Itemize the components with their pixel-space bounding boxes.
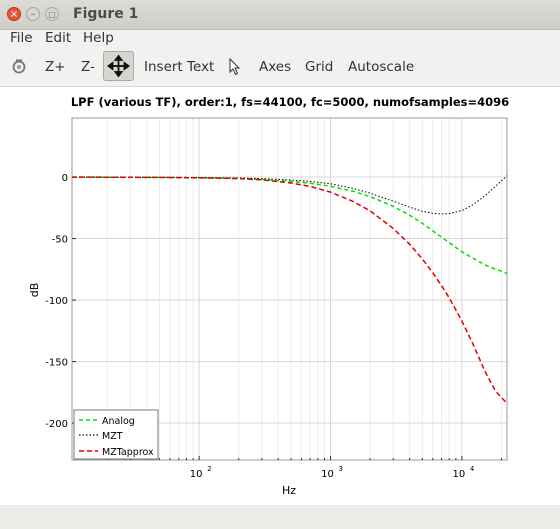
plot-area[interactable]: LPF (various TF), order:1, fs=44100, fc=… (0, 87, 560, 505)
insert-text-button[interactable]: Insert Text (144, 59, 214, 75)
y-axis-label: dB (28, 283, 41, 298)
maximize-window-button[interactable]: □ (45, 7, 59, 21)
menu-help[interactable]: Help (83, 30, 114, 46)
close-icon: × (9, 9, 19, 20)
legend-label-mzt: MZT (102, 431, 123, 442)
maximize-icon: □ (48, 10, 56, 19)
x-tick-label: 10 (321, 469, 334, 480)
legend-label-analog: Analog (102, 416, 135, 427)
menu-bar: File Edit Help (0, 29, 560, 47)
autoscale-button[interactable]: Autoscale (348, 59, 414, 75)
axes-button[interactable]: Axes (259, 59, 291, 75)
legend: Analog MZT MZTapprox (73, 409, 159, 460)
grid-button[interactable]: Grid (305, 59, 333, 75)
grid-lines (72, 118, 507, 460)
x-axis-label: Hz (282, 484, 296, 497)
menu-edit[interactable]: Edit (45, 30, 71, 46)
x-tick-label: 10 (453, 469, 466, 480)
rotate-icon (12, 59, 26, 74)
close-window-button[interactable]: × (7, 7, 21, 21)
pointer-icon (229, 57, 241, 76)
pan-tool-button[interactable] (103, 51, 134, 81)
toolbar: Z+ Z- Insert Text Axes Grid Autoscale (0, 48, 560, 87)
chart-title: LPF (various TF), order:1, fs=44100, fc=… (71, 95, 509, 109)
title-bar: × – □ Figure 1 (0, 0, 560, 30)
y-tick-label: -200 (45, 419, 68, 430)
x-tick-exponent: 2 (207, 465, 211, 473)
pan-arrows-icon (107, 54, 130, 78)
zoom-out-button[interactable]: Z- (81, 59, 95, 75)
y-tick-label: 0 (62, 173, 68, 184)
x-tick-exponent: 4 (470, 465, 475, 473)
y-tick-label: -50 (52, 235, 68, 246)
minimize-icon: – (30, 9, 36, 20)
select-tool-button[interactable] (228, 57, 242, 76)
legend-label-mztapprox: MZTapprox (102, 447, 154, 458)
figure-canvas[interactable]: LPF (various TF), order:1, fs=44100, fc=… (0, 87, 560, 505)
minimize-window-button[interactable]: – (26, 7, 40, 21)
rotate-tool-button[interactable] (11, 58, 27, 74)
x-tick-exponent: 3 (339, 465, 343, 473)
y-tick-label: -100 (45, 296, 68, 307)
x-tick-label: 10 (190, 469, 203, 480)
menu-file[interactable]: File (10, 30, 33, 46)
y-tick-label: -150 (45, 358, 68, 369)
zoom-in-button[interactable]: Z+ (45, 59, 66, 75)
status-bar (0, 505, 560, 529)
window-title: Figure 1 (73, 6, 139, 22)
